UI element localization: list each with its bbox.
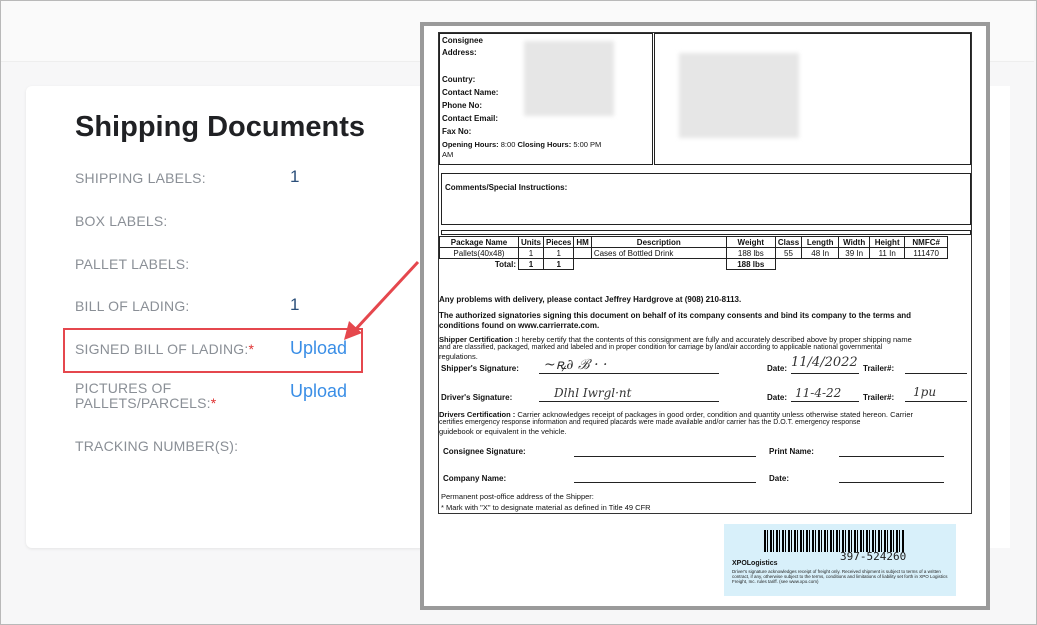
table-cell: Pallets(40x48) <box>439 247 519 259</box>
barcode-number: 397-524260 <box>840 550 907 563</box>
col-header: HM <box>573 236 592 248</box>
total-label: Total: <box>494 259 516 269</box>
redacted-consignee <box>524 41 614 116</box>
total-pieces: 1 <box>542 258 575 270</box>
consignee-heading: Consignee <box>442 36 483 45</box>
problems-contact: Any problems with delivery, please conta… <box>439 295 742 304</box>
xpo-fine-print: Driver's signature acknowledges receipt … <box>732 569 948 584</box>
barcode-icon <box>764 530 904 552</box>
company-line <box>574 482 756 483</box>
xpo-barcode-sticker: 397-524260 XPOLogistics Driver's signatu… <box>724 524 956 596</box>
date-line <box>791 401 859 402</box>
col-header: Pieces <box>542 236 575 248</box>
date-line-2 <box>839 482 944 483</box>
col-header: Length <box>801 236 840 248</box>
contact-name-label: Contact Name: <box>442 88 499 97</box>
date-label: Date: <box>767 393 788 402</box>
col-header: Description <box>590 236 727 248</box>
trailer-line <box>905 373 967 374</box>
col-header: Package Name <box>439 236 519 248</box>
total-units: 1 <box>518 258 544 270</box>
driver-signature-scribble: Dlhl Iwrgl·nt <box>554 386 632 400</box>
phone-label: Phone No: <box>442 101 482 110</box>
table-cell: 11 In <box>869 247 906 259</box>
date-label: Date: <box>767 364 788 373</box>
xpo-logo: XPOLogistics <box>732 560 778 567</box>
fax-label: Fax No: <box>442 127 472 136</box>
table-cell: 1 <box>542 247 575 259</box>
col-header: Class <box>774 236 803 248</box>
mark-note: * Mark with "X" to designate material as… <box>441 503 651 512</box>
comments-label: Comments/Special Instructions: <box>445 183 568 192</box>
signature-line <box>574 456 756 457</box>
driver-trailer-hand: 1pu <box>913 385 937 399</box>
shipper-cert-1: Shipper Certification :I hereby certify … <box>439 335 912 344</box>
table-cell: 39 In <box>838 247 871 259</box>
bill-of-lading-preview: Consignee Address: Country: Contact Name… <box>420 22 990 610</box>
table-cell: 1 <box>518 247 544 259</box>
trailer-label: Trailer#: <box>863 364 895 373</box>
print-name-label: Print Name: <box>769 447 814 456</box>
table-cell: 111470 <box>904 247 949 259</box>
col-header: Weight <box>725 236 776 248</box>
opening-hours: Opening Hours: 8:00 Closing Hours: 5:00 … <box>442 140 602 149</box>
bol-sheet: Consignee Address: Country: Contact Name… <box>438 32 972 514</box>
email-label: Contact Email: <box>442 114 499 123</box>
date-line <box>791 373 859 374</box>
driver-signature-label: Driver's Signature: <box>441 393 513 402</box>
shipper-date-hand: 11/4/2022 <box>791 355 858 370</box>
table-cell: Cases of Bottled Drink <box>590 247 727 259</box>
shipper-cert-2: and are classified, packaged, marked and… <box>439 344 883 351</box>
col-header: Units <box>518 236 544 248</box>
col-header: NMFC# <box>904 236 949 248</box>
trailer-line <box>905 401 967 402</box>
comments-box <box>441 173 971 225</box>
date-label-2: Date: <box>769 474 790 483</box>
drivers-cert-2: certifies emergency response information… <box>439 419 861 426</box>
authorized-text-1: The authorized signatories signing this … <box>439 311 912 320</box>
col-header: Width <box>838 236 871 248</box>
trailer-label: Trailer#: <box>863 393 895 402</box>
shipper-cert-3: regulations. <box>439 352 478 361</box>
table-cell: 55 <box>774 247 803 259</box>
table-cell: 188 lbs <box>725 247 776 259</box>
permanent-address-label: Permanent post-office address of the Shi… <box>441 492 594 501</box>
opening-hours-am: AM <box>442 150 454 159</box>
drivers-cert-1: Drivers Certification : Carrier acknowle… <box>439 410 914 419</box>
table-cell: 48 In <box>801 247 840 259</box>
col-header: Height <box>869 236 906 248</box>
redacted-shipper <box>679 53 799 138</box>
drivers-cert-3: guidebook or equivalent in the vehicle. <box>439 427 567 436</box>
address-label: Address: <box>442 48 477 57</box>
authorized-text-2: conditions found on www.carrierrate.com. <box>439 321 600 330</box>
shipper-signature-label: Shipper's Signature: <box>441 364 519 373</box>
package-table: Package Name Units Pieces HM Description… <box>439 236 949 270</box>
country-label: Country: <box>442 75 476 84</box>
signature-line <box>539 401 719 402</box>
divider <box>441 230 971 235</box>
table-cell <box>573 247 592 259</box>
consignee-signature-label: Consignee Signature: <box>443 447 526 456</box>
shipper-signature-scribble: ~ꝶ∂ ℬ · · <box>544 357 608 373</box>
print-name-line <box>839 456 944 457</box>
total-weight: 188 lbs <box>725 258 776 270</box>
driver-date-hand: 11-4-22 <box>795 386 842 400</box>
company-name-label: Company Name: <box>443 474 507 483</box>
